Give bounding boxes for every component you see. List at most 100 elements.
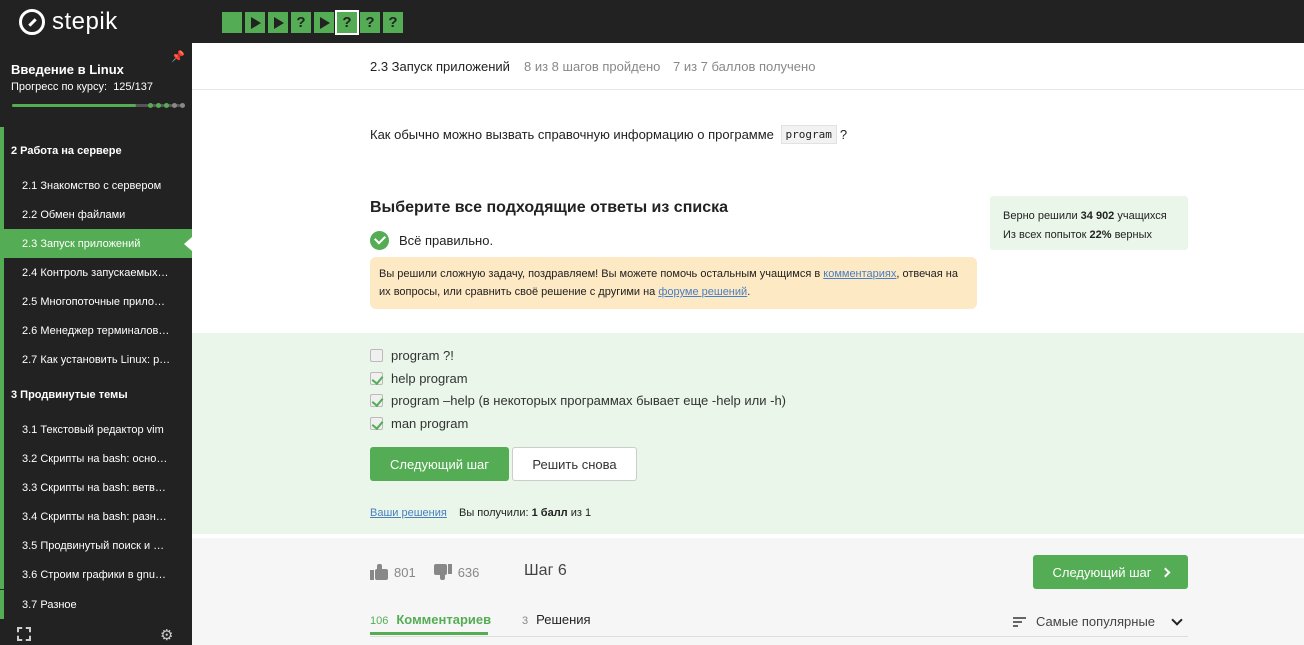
step-1-text-icon[interactable] [222, 12, 242, 33]
next-step-button[interactable]: Следующий шаг [370, 447, 509, 481]
question-text: Как обычно можно вызвать справочную инфо… [370, 125, 847, 144]
tab-comments[interactable]: 106 Комментариев [370, 612, 492, 635]
result-text: Всё правильно. [399, 233, 494, 248]
tab-solutions[interactable]: 3 Решения [522, 612, 591, 627]
step-7-quiz-icon[interactable]: ? [360, 12, 380, 33]
step-2-video-icon[interactable] [245, 12, 265, 33]
checkbox[interactable] [370, 349, 383, 362]
chevron-down-icon [1171, 613, 1183, 626]
chevron-right-icon [1160, 567, 1170, 577]
stepik-logo[interactable]: stepik [19, 8, 118, 36]
answer-option[interactable]: man program [370, 416, 468, 431]
step-8-label: ? [388, 14, 398, 31]
stats-solved: Верно решили 34 902 учащихся [1003, 207, 1175, 226]
step-8-quiz-icon[interactable]: ? [383, 12, 403, 33]
lesson-label: 3.1 Текстовый редактор vim [22, 423, 164, 436]
option-label: program –help (в некоторых программах бы… [391, 393, 787, 408]
points-received: Вы получили: 1 балл из 1 [459, 507, 591, 519]
fullscreen-icon[interactable] [17, 627, 31, 641]
congrats-text-3: . [747, 286, 751, 298]
next-step-footer-button[interactable]: Следующий шаг [1033, 555, 1188, 589]
step-3-video-icon[interactable] [268, 12, 288, 33]
comments-label: Комментариев [396, 612, 492, 627]
congrats-notice: Вы решили сложную задачу, поздравляем! В… [370, 257, 977, 309]
step-6-quiz-icon[interactable]: ? [335, 10, 359, 35]
lesson-3-3[interactable]: 3.3 Скрипты на bash: ветв… [0, 473, 192, 502]
option-label: help program [391, 371, 468, 386]
thumbs-up-icon[interactable] [370, 564, 388, 580]
course-title[interactable]: Введение в Linux [11, 62, 124, 77]
progress-dot [180, 103, 185, 108]
lesson-label: 2.4 Контроль запускаемых… [22, 266, 169, 279]
pin-icon[interactable]: 📌 [171, 50, 185, 63]
lesson-2-5[interactable]: 2.5 Многопоточные прило… [0, 287, 192, 316]
lesson-label: 2.1 Знакомство с сервером [22, 179, 162, 192]
question-before: Как обычно можно вызвать справочную инфо… [370, 127, 774, 142]
reactions: 801 636 [370, 564, 479, 580]
solutions-forum-link[interactable]: форуме решений [658, 286, 747, 298]
solve-stats: Верно решили 34 902 учащихся Из всех поп… [990, 196, 1188, 250]
stats-attempts-prefix: Из всех попыток [1003, 229, 1090, 241]
like-count: 801 [394, 564, 416, 580]
progress-dot [156, 103, 161, 108]
lesson-3-2[interactable]: 3.2 Скрипты на bash: осно… [0, 444, 192, 473]
lesson-3-7[interactable]: 3.7 Разное [0, 590, 192, 619]
dislike-count: 636 [457, 564, 480, 580]
your-solutions-link[interactable]: Ваши решения [370, 507, 447, 519]
steps-completed: 8 из 8 шагов пройдено [524, 59, 661, 74]
checkbox[interactable] [370, 417, 383, 430]
stats-solved-suffix: учащихся [1114, 210, 1167, 222]
sort-dropdown[interactable]: Самые популярные [1013, 613, 1183, 629]
lesson-3-5[interactable]: 3.5 Продвинутый поиск и … [0, 531, 192, 560]
answer-option[interactable]: help program [370, 371, 468, 386]
retry-button[interactable]: Решить снова [512, 447, 637, 481]
lesson-label: 3.6 Строим графики в gnu… [22, 568, 167, 581]
progress-label: Прогресс по курсу: [11, 81, 108, 93]
lesson-2-2[interactable]: 2.2 Обмен файлами [0, 200, 192, 229]
step-footer: 801 636 Шаг 6 Следующий шаг 106 Коммента… [192, 538, 1304, 645]
section-3-title[interactable]: 3 Продвинутые темы [0, 389, 192, 401]
progress-dot [164, 103, 169, 108]
step-7-label: ? [365, 14, 375, 31]
stats-attempts-suffix: верных [1111, 229, 1153, 241]
sort-label: Самые популярные [1036, 614, 1156, 629]
lesson-2-1[interactable]: 2.1 Знакомство с сервером [0, 171, 192, 200]
lesson-header: 2.3 Запуск приложений 8 из 8 шагов пройд… [192, 43, 1304, 90]
step-5-video-icon[interactable] [314, 12, 334, 33]
course-sidebar: 📌 Введение в Linux Прогресс по курсу: 12… [0, 43, 192, 645]
step-4-label: ? [296, 14, 306, 31]
settings-gear-icon[interactable]: ⚙ [160, 626, 173, 644]
solutions-label: Решения [536, 612, 591, 627]
step-6-label: ? [342, 14, 352, 31]
lesson-3-1[interactable]: 3.1 Текстовый редактор vim [0, 415, 192, 444]
stats-solved-count: 34 902 [1080, 210, 1115, 222]
checkbox[interactable] [370, 394, 383, 407]
step-4-quiz-icon[interactable]: ? [291, 12, 311, 33]
lesson-2-3[interactable]: 2.3 Запуск приложений [0, 229, 192, 258]
score-received: 7 из 7 баллов получено [673, 59, 816, 74]
lesson-3-6[interactable]: 3.6 Строим графики в gnu… [0, 560, 192, 589]
progress-value: 125/137 [113, 81, 153, 93]
points-value: 1 балл [531, 507, 568, 519]
step-number: Шаг 6 [524, 562, 567, 579]
lesson-2-4[interactable]: 2.4 Контроль запускаемых… [0, 258, 192, 287]
lesson-label: 2.2 Обмен файлами [22, 208, 126, 221]
lesson-2-6[interactable]: 2.6 Менеджер терминалов… [0, 316, 192, 345]
solutions-count: 3 [522, 615, 529, 627]
answer-option[interactable]: program –help (в некоторых программах бы… [370, 393, 786, 408]
answer-option[interactable]: program ?! [370, 348, 454, 363]
section-2-title[interactable]: 2 Работа на сервере [0, 145, 192, 157]
lesson-3-4[interactable]: 3.4 Скрипты на bash: разн… [0, 502, 192, 531]
brand-name: stepik [52, 8, 118, 35]
step-navigation: ? ? ? ? [222, 10, 403, 35]
comments-link[interactable]: комментариях [823, 268, 896, 280]
thumbs-down-icon[interactable] [433, 564, 452, 580]
lesson-label: 3.7 Разное [22, 598, 77, 611]
checkbox[interactable] [370, 372, 383, 385]
top-bar: stepik ? ? ? ? [0, 0, 1304, 43]
lesson-title: 2.3 Запуск приложений [370, 59, 510, 74]
stepik-logo-icon [19, 9, 45, 35]
lesson-2-7[interactable]: 2.7 Как установить Linux: р… [0, 345, 192, 374]
lesson-label: 3.3 Скрипты на bash: ветв… [22, 481, 166, 494]
option-label: man program [391, 416, 469, 431]
